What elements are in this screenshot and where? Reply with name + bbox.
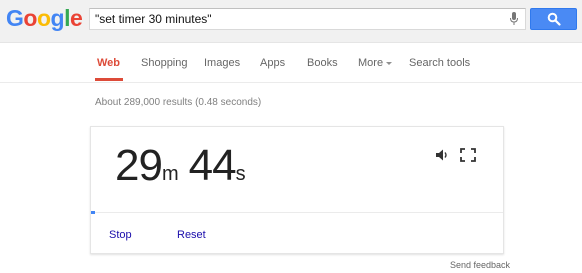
tab-images[interactable]: Images [204,57,240,69]
search-tabs: Web Shopping Images Apps Books More Sear… [0,42,582,83]
tab-books[interactable]: Books [307,57,338,69]
header-bar: Google "set timer 30 minutes" [0,0,582,43]
reset-button[interactable]: Reset [177,229,206,241]
timer-minutes-unit: m [161,163,179,185]
logo-letter: o [36,5,51,31]
result-stats: About 289,000 results (0.48 seconds) [95,97,262,108]
logo-letter: g [50,5,65,31]
timer-display: 29m 44s [115,140,246,192]
speaker-icon[interactable] [436,149,450,161]
tab-apps[interactable]: Apps [260,57,285,69]
logo-letter: G [6,5,24,31]
timer-seconds: 44 [188,141,237,190]
search-button[interactable] [530,8,577,30]
tab-more[interactable]: More [358,57,393,69]
card-divider [91,212,503,213]
search-input[interactable]: "set timer 30 minutes" [89,8,526,30]
search-icon [547,12,561,26]
stop-button[interactable]: Stop [109,229,132,241]
logo-letter: o [23,5,37,31]
tab-search-tools[interactable]: Search tools [409,57,470,69]
mic-icon[interactable] [509,12,519,26]
search-query-text[interactable]: "set timer 30 minutes" [95,9,212,29]
tab-shopping[interactable]: Shopping [141,57,188,69]
chevron-down-icon [386,61,393,65]
send-feedback-link[interactable]: Send feedback [450,260,510,270]
tab-web[interactable]: Web [97,57,120,69]
active-tab-indicator [95,78,123,81]
timer-minutes: 29 [115,141,163,190]
timer-seconds-unit: s [235,163,246,185]
tab-more-label: More [358,57,384,69]
timer-card: 29m 44s Stop Reset [90,126,504,254]
fullscreen-icon[interactable] [460,148,476,162]
timer-progress-bar [91,211,95,214]
google-logo[interactable]: Google [6,5,83,32]
logo-letter: e [69,5,83,31]
